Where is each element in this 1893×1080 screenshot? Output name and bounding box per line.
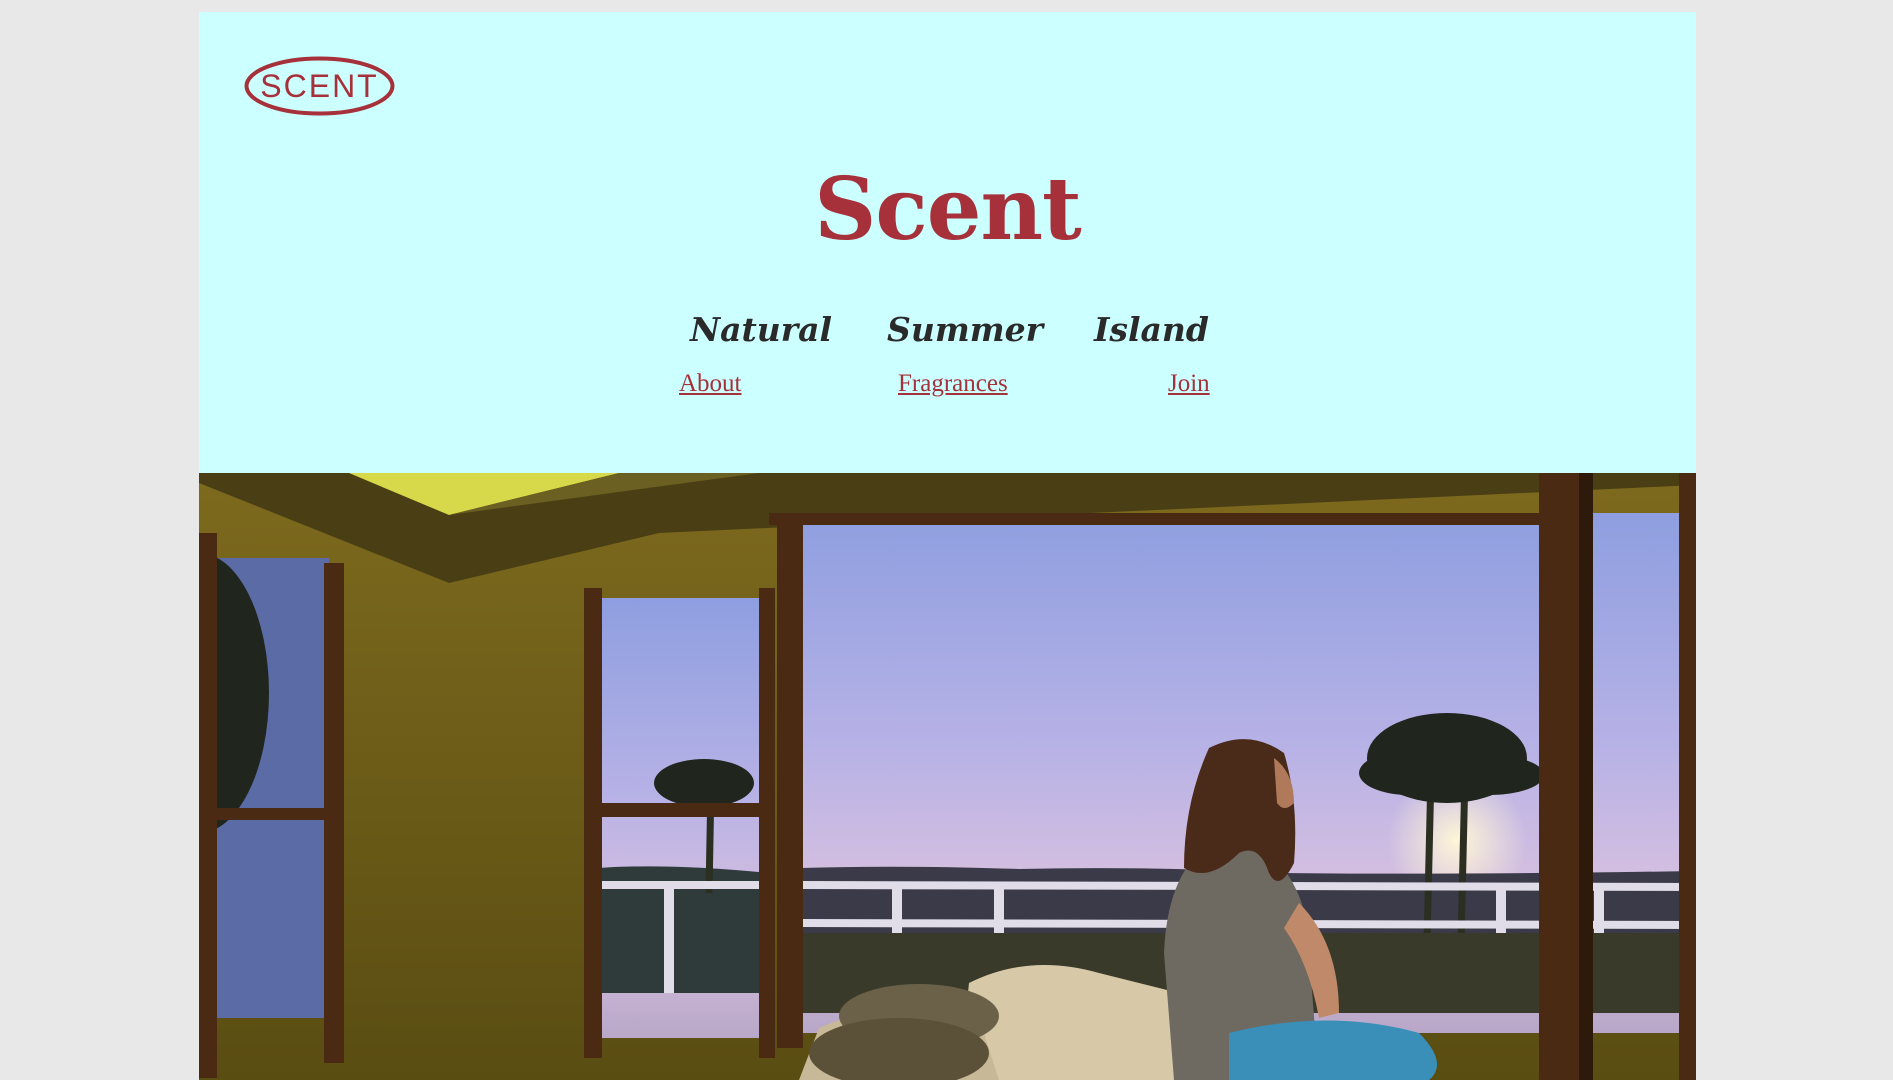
tagline-row: Natural Summer Island — [199, 310, 1696, 354]
page-container: SCENT Scent Natural Summer Island About … — [199, 12, 1696, 1080]
main-nav: About Fragrances Join — [199, 370, 1696, 402]
nav-link-fragrances[interactable]: Fragrances — [898, 370, 1008, 398]
logo-text: SCENT — [260, 68, 378, 104]
tagline-island: Island — [1094, 310, 1210, 349]
nav-link-about[interactable]: About — [679, 370, 742, 398]
hero-image — [199, 473, 1696, 1080]
site-header: SCENT Scent Natural Summer Island About … — [199, 12, 1696, 473]
tagline-natural: Natural — [690, 310, 833, 349]
scent-logo[interactable]: SCENT — [244, 56, 395, 116]
nav-link-join[interactable]: Join — [1168, 370, 1210, 398]
site-title: Scent — [814, 159, 1081, 260]
tagline-summer: Summer — [887, 310, 1044, 349]
hero-photo-illustration — [199, 473, 1696, 1080]
